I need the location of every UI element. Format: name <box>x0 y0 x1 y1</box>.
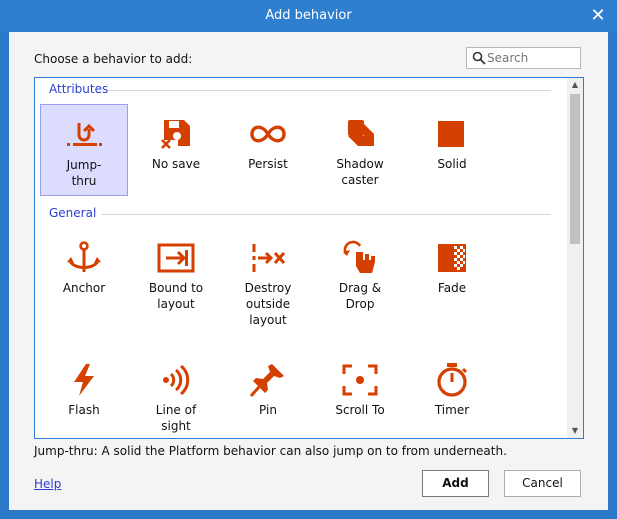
anchor-icon <box>67 241 101 272</box>
search-box[interactable] <box>466 47 581 69</box>
search-icon <box>472 51 486 65</box>
behavior-item-label: Drag & Drop <box>338 281 382 311</box>
dialog-body: Choose a behavior to add: ▲ ▼ Attributes… <box>9 32 608 510</box>
infinity-icon <box>250 125 286 143</box>
behavior-item-label: Pin <box>259 403 277 417</box>
behavior-item-fade[interactable]: Fade <box>408 228 496 320</box>
lightning-icon <box>74 364 94 396</box>
behavior-item-label: Line of sight <box>155 403 197 433</box>
no-save-icon <box>161 120 190 149</box>
behavior-item-label: Scroll To <box>335 403 385 417</box>
section-header: General <box>49 206 97 220</box>
behavior-item-pushpin[interactable]: Pin <box>224 350 312 438</box>
behavior-description: Jump-thru: A solid the Platform behavior… <box>34 444 507 458</box>
destroy-outside-icon <box>252 244 286 272</box>
section-divider <box>101 214 551 215</box>
title-bar: Add behavior ✕ <box>0 0 617 32</box>
help-link[interactable]: Help <box>34 477 61 491</box>
add-behavior-dialog: Add behavior ✕ Choose a behavior to add:… <box>0 0 617 519</box>
shadow-caster-icon <box>348 120 374 146</box>
behavior-item-label: Destroy outside layout <box>244 281 292 327</box>
behavior-item-label: Flash <box>68 403 100 417</box>
jump-thru-icon <box>67 123 102 146</box>
prompt-label: Choose a behavior to add: <box>34 52 193 66</box>
behavior-item-label: Bound to layout <box>148 281 204 311</box>
behavior-item-lightning[interactable]: Flash <box>40 350 128 438</box>
behavior-item-label: Jump-thru <box>66 158 102 188</box>
behavior-item-drag-drop-hand[interactable]: Drag & Drop <box>316 228 404 320</box>
add-button[interactable]: Add <box>422 470 489 497</box>
section-header: Attributes <box>49 82 109 96</box>
behavior-item-label: Fade <box>437 281 467 295</box>
fade-icon <box>438 244 466 272</box>
behavior-item-stopwatch[interactable]: Timer <box>408 350 496 438</box>
stopwatch-icon <box>437 363 468 397</box>
behavior-item-label: No save <box>151 157 201 171</box>
behavior-item-label: Timer <box>434 403 470 417</box>
behavior-item-bound-to-layout[interactable]: Bound to layout <box>132 228 220 320</box>
behavior-item-no-save[interactable]: No save <box>132 104 220 196</box>
behavior-item-jump-thru[interactable]: Jump-thru <box>40 104 128 196</box>
drag-drop-hand-icon <box>343 240 375 273</box>
pushpin-icon <box>249 364 284 397</box>
behavior-item-label: Anchor <box>62 281 106 295</box>
solid-square-icon <box>438 121 464 147</box>
behavior-item-scroll-to[interactable]: Scroll To <box>316 350 404 438</box>
scroll-to-icon <box>342 364 378 396</box>
behavior-item-line-of-sight[interactable]: Line of sight <box>132 350 220 438</box>
cancel-button[interactable]: Cancel <box>504 470 581 497</box>
section-divider <box>109 90 551 91</box>
search-input[interactable] <box>487 50 575 66</box>
dialog-title: Add behavior <box>265 8 352 23</box>
line-of-sight-icon <box>163 364 190 396</box>
close-button[interactable]: ✕ <box>587 5 609 27</box>
scrollbar-thumb[interactable] <box>570 94 580 244</box>
behavior-item-anchor[interactable]: Anchor <box>40 228 128 320</box>
behavior-item-shadow-caster[interactable]: Shadow caster <box>316 104 404 196</box>
scroll-up-arrow-icon[interactable]: ▲ <box>567 78 583 92</box>
behavior-list[interactable]: ▲ ▼ Attributes Jump-thru No save Persist Sha… <box>34 77 584 439</box>
vertical-scrollbar[interactable]: ▲ ▼ <box>567 78 583 438</box>
behavior-item-solid-square[interactable]: Solid <box>408 104 496 196</box>
behavior-item-label: Shadow caster <box>336 157 384 187</box>
bound-to-layout-icon <box>157 243 195 273</box>
behavior-item-label: Solid <box>437 157 467 171</box>
scroll-down-arrow-icon[interactable]: ▼ <box>567 424 583 438</box>
behavior-item-infinity[interactable]: Persist <box>224 104 312 196</box>
behavior-item-destroy-outside[interactable]: Destroy outside layout <box>224 228 312 327</box>
behavior-item-label: Persist <box>248 157 288 171</box>
